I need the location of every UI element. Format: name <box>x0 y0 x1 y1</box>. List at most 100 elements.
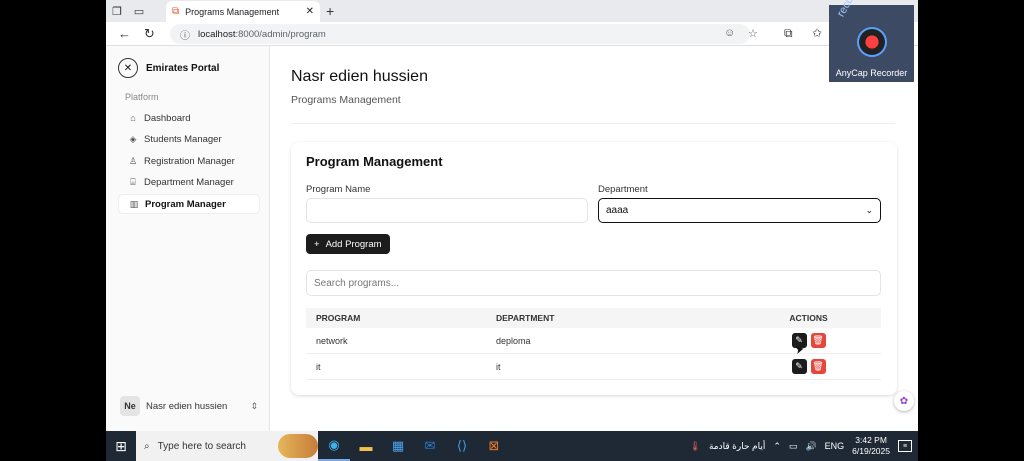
header-program: PROGRAM <box>316 313 361 323</box>
program-name-label: Program Name <box>306 184 371 195</box>
logo-icon: ✕ <box>118 58 138 78</box>
cell-actions: ✎ 🗑 <box>736 333 881 348</box>
recorder-lens-icon <box>857 27 887 57</box>
sidebar-item-program-manager[interactable]: ▥ Program Manager <box>118 194 260 215</box>
network-icon[interactable]: ▭ <box>789 441 798 452</box>
browser-tab[interactable]: ⧉ Programs Management ✕ <box>166 1 320 22</box>
cell-department: deploma <box>496 335 531 346</box>
edge-icon[interactable]: ◉ <box>318 431 350 461</box>
sidebar-nav: ⌂ Dashboard ◈ Students Manager ♙ Registr… <box>118 108 260 216</box>
sidebar-item-registration-manager[interactable]: ♙ Registration Manager <box>118 151 260 171</box>
file-explorer-icon[interactable]: ▬ <box>350 431 382 461</box>
department-select[interactable]: aaaa ⌄ <box>598 198 881 223</box>
taskbar: ⊞ ⌕ Type here to search ◉ ▬ ▦ ✉ ⟨⟩ ⊠ 🌡 أ… <box>106 431 918 461</box>
add-program-label: Add Program <box>325 238 382 250</box>
windows-start-icon[interactable]: ⊞ <box>106 438 136 455</box>
graduation-cap-icon: ◈ <box>129 134 137 145</box>
url-host: localhost <box>198 28 236 40</box>
avatar: Ne <box>120 396 140 416</box>
department-label: Department <box>598 184 648 195</box>
sidebar-item-students-manager[interactable]: ◈ Students Manager <box>118 130 260 150</box>
sidebar-item-label: Department Manager <box>144 177 234 189</box>
user-icon: ♙ <box>128 155 138 166</box>
program-card: Program Management Program Name Departme… <box>291 142 897 395</box>
vertical-tabs-icon[interactable]: ▭ <box>128 0 150 22</box>
close-tab-icon[interactable]: ✕ <box>306 6 314 17</box>
page-title: Nasr edien hussien <box>291 68 428 85</box>
url-path: :8000/admin/program <box>235 28 326 40</box>
header-department: DEPARTMENT <box>496 313 555 323</box>
search-input[interactable]: Search programs... <box>306 270 881 296</box>
assistant-icon[interactable]: ✿ <box>894 391 914 411</box>
page-subtitle: Programs Management <box>291 94 401 106</box>
sidebar-item-department-manager[interactable]: ⌸ Department Manager <box>118 173 260 193</box>
plus-icon: + <box>314 238 320 250</box>
taskbar-search[interactable]: ⌕ Type here to search <box>136 431 318 461</box>
xampp-icon[interactable]: ⊠ <box>478 431 510 461</box>
url-field[interactable]: ⓘ localhost:8000/admin/program ☺ ☆ <box>170 24 758 44</box>
chevron-down-icon: ⌄ <box>865 205 873 215</box>
new-tab-icon[interactable]: + <box>326 3 334 19</box>
divider <box>291 123 895 124</box>
app-name: Emirates Portal <box>146 62 220 74</box>
trash-icon[interactable]: 🗑 <box>810 359 826 374</box>
program-name-input[interactable] <box>306 198 588 223</box>
user-name: Nasr edien hussien <box>146 400 228 412</box>
main-content: Nasr edien hussien Programs Management P… <box>271 46 918 431</box>
book-icon: ▥ <box>129 198 139 209</box>
edit-icon[interactable]: ✎ <box>791 359 807 374</box>
search-highlight-icon <box>278 434 318 458</box>
vscode-icon[interactable]: ⟨⟩ <box>446 431 478 461</box>
section-label: Platform <box>125 92 159 102</box>
sidebar: ✕ Emirates Portal Platform ⌂ Dashboard ◈… <box>106 46 270 431</box>
search-icon: ⌕ <box>144 440 150 452</box>
tab-title: Programs Management <box>185 6 280 17</box>
department-selected: aaaa <box>606 205 629 216</box>
system-tray: 🌡 أيام حارة قادمة ⌃ ▭ 🔊 ENG 3:42 PM 6/19… <box>690 435 918 457</box>
sidebar-item-dashboard[interactable]: ⌂ Dashboard <box>118 108 260 128</box>
read-aloud-icon[interactable]: ☺ <box>724 27 735 39</box>
card-title: Program Management <box>306 154 443 169</box>
clock[interactable]: 3:42 PM 6/19/2025 <box>852 435 890 457</box>
thermometer-icon: 🌡 <box>689 440 701 451</box>
cell-program: it <box>316 361 321 372</box>
taskbar-search-placeholder: Type here to search <box>157 440 246 452</box>
add-program-button[interactable]: + Add Program <box>306 234 390 254</box>
recorder-name: AnyCap Recorder <box>835 68 908 78</box>
sidebar-item-label: Dashboard <box>144 112 191 124</box>
building-icon: ⌸ <box>130 177 136 188</box>
user-menu[interactable]: Ne Nasr edien hussien ⇕ <box>120 396 258 416</box>
trash-icon[interactable]: 🗑 <box>810 333 826 348</box>
address-bar-row: ← ↻ ⓘ localhost:8000/admin/program ☺ ☆ ⧉… <box>106 22 918 46</box>
store-icon[interactable]: ▦ <box>382 431 414 461</box>
clock-time: 3:42 PM <box>855 435 887 445</box>
site-favicon-icon: ⧉ <box>172 6 180 17</box>
sidebar-item-label: Registration Manager <box>144 155 235 167</box>
recorder-overlay: recordvideocall.com AnyCap Recorder <box>829 0 914 82</box>
extensions-icon[interactable]: ⧉ <box>784 26 793 41</box>
weather-text[interactable]: أيام حارة قادمة <box>709 441 765 452</box>
favorite-star-icon[interactable]: ☆ <box>748 27 758 40</box>
workspaces-icon[interactable]: ❐ <box>106 0 128 22</box>
site-info-icon[interactable]: ⓘ <box>180 27 190 42</box>
outlook-icon[interactable]: ✉ <box>414 431 446 461</box>
clock-date: 6/19/2025 <box>852 446 890 456</box>
refresh-icon[interactable]: ↻ <box>144 26 155 42</box>
language-indicator[interactable]: ENG <box>825 441 845 451</box>
notifications-icon[interactable]: ≡ <box>898 440 912 452</box>
table-row: it it ✎ 🗑 <box>306 354 881 380</box>
search-placeholder: Search programs... <box>314 277 400 289</box>
favorites-icon[interactable]: ✩ <box>812 26 822 40</box>
tab-bar: ❐ ▭ ⧉ Programs Management ✕ + <box>106 0 918 22</box>
home-icon: ⌂ <box>130 113 136 123</box>
back-icon[interactable]: ← <box>118 26 131 41</box>
chevron-up-icon[interactable]: ⌃ <box>773 441 781 452</box>
cell-actions: ✎ 🗑 <box>736 359 881 374</box>
sidebar-item-label: Students Manager <box>144 134 222 146</box>
cell-program: network <box>316 335 348 346</box>
sidebar-item-label: Program Manager <box>145 198 226 210</box>
volume-icon[interactable]: 🔊 <box>805 441 816 452</box>
header-actions: ACTIONS <box>789 313 828 323</box>
brand[interactable]: ✕ Emirates Portal <box>118 58 219 78</box>
browser-window: ❐ ▭ ⧉ Programs Management ✕ + ← ↻ ⓘ loca… <box>106 0 918 461</box>
